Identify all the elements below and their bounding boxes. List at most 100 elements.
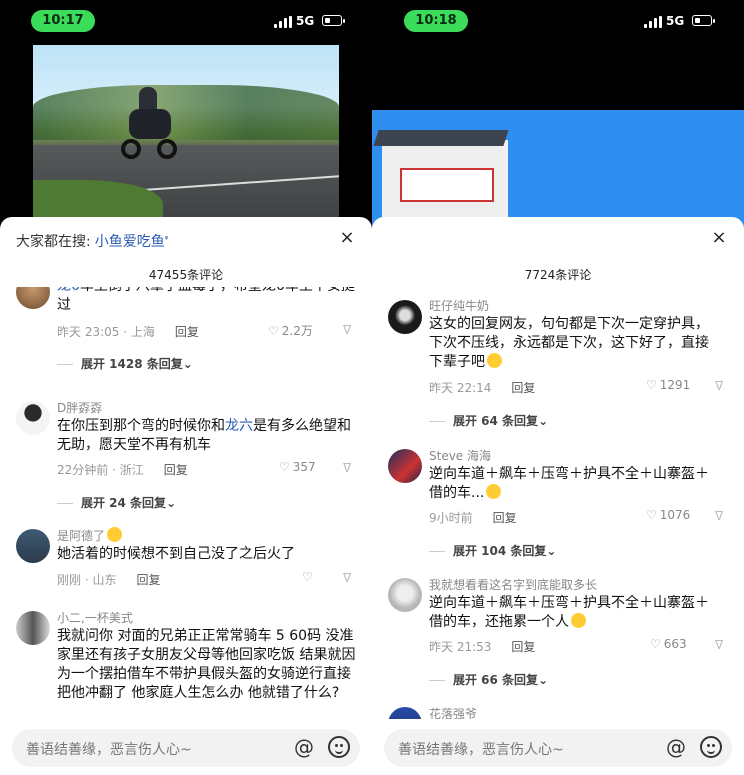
close-button[interactable]: × — [338, 229, 356, 247]
comment-text: 在你压到那个弯的时候你和龙六是有多么绝望和无助，愿天堂不再有机车 — [57, 418, 351, 453]
emoji-icon — [487, 353, 502, 368]
network-label: 5G — [296, 14, 315, 28]
username[interactable]: D胖孬孬 — [57, 399, 102, 416]
emoji-icon[interactable] — [700, 736, 722, 758]
like-button[interactable]: ♡ 1076 — [646, 508, 690, 522]
comment-input[interactable]: 善语结善缘，恶言伤人心~ @ — [384, 729, 732, 767]
reply-button[interactable]: 回复 — [511, 381, 535, 395]
avatar[interactable] — [16, 401, 50, 435]
emoji-icon — [107, 527, 123, 542]
dislike-icon[interactable]: ᐁ — [343, 323, 357, 337]
avatar[interactable] — [16, 287, 50, 309]
avatar[interactable] — [16, 529, 50, 563]
like-button[interactable]: ♡ 663 — [650, 637, 687, 651]
username[interactable]: 花落强爷 — [429, 705, 477, 719]
video-player[interactable] — [372, 110, 744, 230]
heart-icon: ♡ — [646, 378, 657, 392]
emoji-icon — [486, 484, 502, 499]
expand-replies-button[interactable]: 展开 64 条回复⌄ — [429, 412, 548, 429]
comment-list[interactable]: 旺仔纯牛奶 这女的回复网友，句句都是下次一定穿护具，下次不压线，永远都是下次，这… — [372, 287, 744, 719]
search-query-link[interactable]: 小鱼爱吃鱼 — [95, 234, 165, 250]
hashtag-link[interactable]: 龙6 — [57, 287, 80, 294]
like-button[interactable]: ♡ 2.2万 — [268, 322, 313, 339]
comment-sheet: 大家都在搜:小鱼爱吃鱼ᵠ × 47455条评论 龙6车主倒了八辈子血霉了，希望龙… — [0, 217, 372, 775]
chevron-down-icon: ⌄ — [546, 544, 557, 558]
comment-text: 龙6车主倒了八辈子血霉了，希望龙6车主平安挺过 — [57, 287, 357, 315]
emoji-icon — [571, 613, 586, 628]
dislike-icon[interactable]: ᐁ — [343, 571, 357, 585]
heart-icon: ♡ — [302, 570, 313, 584]
reply-button[interactable]: 回复 — [175, 325, 199, 339]
comment-text: 逆向车道＋飙车＋压弯＋护具不全＋山寨盔＋借的车，还拖累一个人 — [429, 595, 709, 630]
at-mention-icon[interactable]: @ — [666, 735, 686, 759]
comment-input-placeholder: 善语结善缘，恶言伤人心~ — [398, 742, 564, 758]
signal-icon — [274, 16, 292, 28]
heart-icon: ♡ — [650, 637, 661, 651]
video-player[interactable] — [33, 45, 339, 220]
chevron-down-icon: ⌄ — [538, 414, 549, 428]
comment-meta: 9小时前 回复 — [429, 511, 517, 525]
comment-meta: 22分钟前 · 浙江 回复 — [57, 463, 188, 477]
like-button[interactable]: ♡ 357 — [279, 460, 316, 474]
like-button[interactable]: ♡ 1291 — [646, 378, 690, 392]
username[interactable]: 是阿德了 — [57, 527, 123, 544]
comment-meta: 昨天 22:14 回复 — [429, 381, 536, 395]
heart-icon: ♡ — [279, 460, 290, 474]
dislike-icon[interactable]: ᐁ — [715, 509, 729, 523]
right-screen: 10:18 5G × 7724条评论 旺仔纯牛奶 这女的回复网友，句句都是下次一… — [372, 0, 744, 775]
close-button[interactable]: × — [710, 229, 728, 247]
hashtag-link[interactable]: 龙六 — [225, 418, 253, 434]
emoji-icon[interactable] — [328, 736, 350, 758]
dislike-icon[interactable]: ᐁ — [715, 638, 729, 652]
motorcycle-rider — [121, 87, 177, 159]
chevron-down-icon: ⌄ — [538, 673, 549, 687]
username[interactable]: 小二,一杯美式 — [57, 609, 133, 626]
username[interactable]: 我就想看看这名字到底能取多长 — [429, 576, 597, 593]
heart-icon: ♡ — [646, 508, 657, 522]
search-icon: ᵠ — [164, 235, 169, 245]
reply-button[interactable]: 回复 — [136, 573, 160, 587]
avatar[interactable] — [388, 449, 422, 483]
username[interactable]: Steve 海海 — [429, 447, 491, 464]
comment-text: 我就问你 对面的兄弟正正常常骑车 5 60码 没准家里还有孩子女朋友父母等他回家… — [57, 628, 356, 701]
left-screen: 10:17 5G 大家都在搜:小鱼爱吃鱼ᵠ × 47455条评论 龙6车主倒了八… — [0, 0, 372, 775]
avatar[interactable] — [16, 611, 50, 645]
reply-button[interactable]: 回复 — [164, 463, 188, 477]
search-prefix: 大家都在搜: — [16, 234, 91, 250]
avatar[interactable] — [388, 707, 422, 719]
status-time: 10:18 — [404, 10, 468, 32]
username[interactable]: 旺仔纯牛奶 — [429, 297, 489, 314]
battery-icon — [692, 15, 715, 26]
comment-meta: 刚刚 · 山东 回复 — [57, 573, 161, 587]
reply-button[interactable]: 回复 — [511, 640, 535, 654]
dislike-icon[interactable]: ᐁ — [343, 461, 357, 475]
reply-button[interactable]: 回复 — [493, 511, 517, 525]
at-mention-icon[interactable]: @ — [294, 735, 314, 759]
trees-scenery — [33, 85, 339, 140]
dislike-icon[interactable]: ᐁ — [715, 379, 729, 393]
comment-count: 7724条评论 — [524, 268, 592, 282]
comment-text: 她活着的时候想不到自己没了之后火了 — [57, 546, 295, 562]
status-time: 10:17 — [31, 10, 95, 32]
avatar[interactable] — [388, 300, 422, 334]
network-label: 5G — [666, 14, 685, 28]
like-button[interactable]: ♡ — [302, 570, 316, 584]
status-bar: 10:17 5G — [0, 0, 372, 40]
status-bar: 10:18 5G — [372, 0, 744, 40]
chevron-down-icon: ⌄ — [182, 357, 193, 371]
signal-icon — [644, 16, 662, 28]
expand-replies-button[interactable]: 展开 66 条回复⌄ — [429, 671, 548, 688]
search-suggestion[interactable]: 大家都在搜: 小鱼爱吃鱼ᵠ — [16, 231, 168, 251]
comment-input-placeholder: 善语结善缘，恶言伤人心~ — [26, 742, 192, 758]
expand-replies-button[interactable]: 展开 1428 条回复⌄ — [57, 355, 193, 372]
comment-input[interactable]: 善语结善缘，恶言伤人心~ @ — [12, 729, 360, 767]
expand-replies-button[interactable]: 展开 24 条回复⌄ — [57, 494, 176, 511]
expand-replies-button[interactable]: 展开 104 条回复⌄ — [429, 542, 556, 559]
comment-meta: 昨天 21:53 回复 — [429, 640, 536, 654]
comment-count: 47455条评论 — [148, 268, 224, 282]
comment-text: 这女的回复网友，句句都是下次一定穿护具，下次不压线，永远都是下次，这下好了，直接… — [429, 316, 709, 370]
comment-list[interactable]: 龙6车主倒了八辈子血霉了，希望龙6车主平安挺过 昨天 23:05 · 上海回复 … — [0, 287, 372, 719]
avatar[interactable] — [388, 578, 422, 612]
chevron-down-icon: ⌄ — [166, 496, 177, 510]
heart-icon: ♡ — [268, 324, 279, 338]
